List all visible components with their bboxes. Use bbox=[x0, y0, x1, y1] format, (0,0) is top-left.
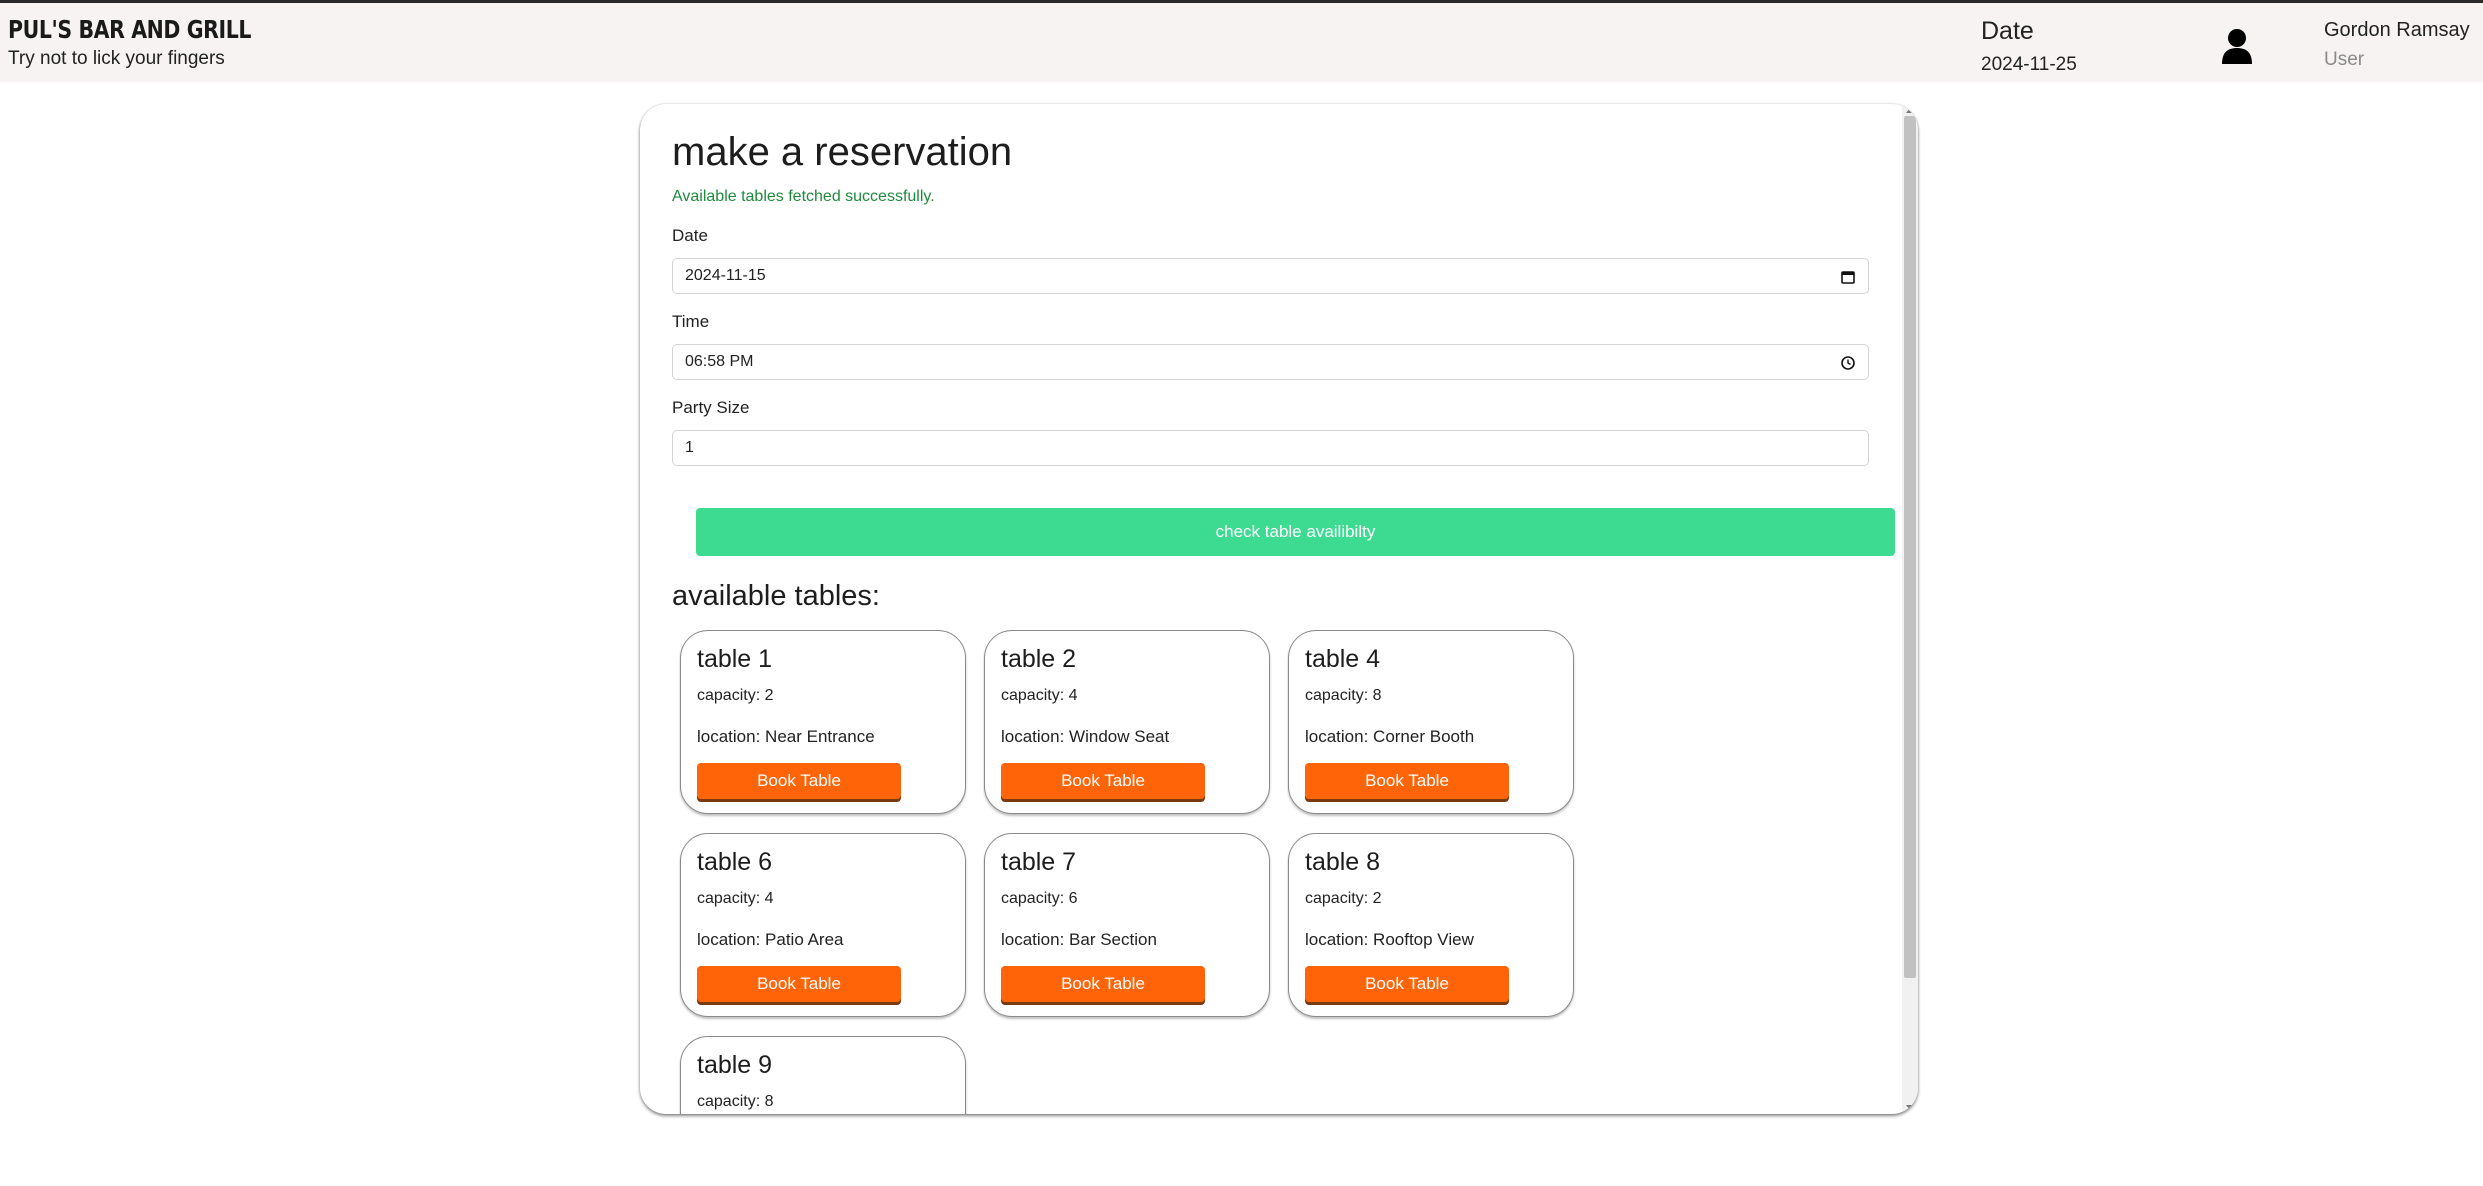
table-card: table 6 capacity: 4 location: Patio Area Bo… bbox=[680, 833, 966, 1017]
table-name: table 8 bbox=[1305, 848, 1381, 876]
table-name: table 9 bbox=[697, 1051, 773, 1079]
table-capacity: capacity: 4 bbox=[1001, 687, 1078, 704]
table-card: table 1 capacity: 2 location: Near Entranc… bbox=[680, 630, 966, 814]
status-message: Available tables fetched successfully. bbox=[672, 188, 935, 205]
reservation-form: make a reservation Available tables fetc… bbox=[672, 104, 1902, 1114]
table-name: table 6 bbox=[697, 848, 773, 876]
reservation-panel: make a reservation Available tables fetc… bbox=[640, 104, 1918, 1114]
user-info: Gordon Ramsay User bbox=[2324, 19, 2470, 71]
header-date: Date 2024-11-25 bbox=[1981, 17, 2077, 76]
user-icon[interactable] bbox=[2220, 28, 2254, 64]
table-location: location: Window Seat bbox=[1001, 727, 1170, 746]
date-input[interactable]: 2024-11-15 bbox=[672, 258, 1869, 294]
page-title: make a reservation bbox=[672, 130, 1013, 174]
table-capacity: capacity: 6 bbox=[1001, 890, 1078, 907]
table-card: table 4 capacity: 8 location: Corner Booth… bbox=[1288, 630, 1574, 814]
calendar-icon[interactable] bbox=[1840, 269, 1856, 285]
table-name: table 7 bbox=[1001, 848, 1077, 876]
brand-name: PUL'S BAR AND GRILL bbox=[8, 15, 252, 44]
top-bar: PUL'S BAR AND GRILL Try not to lick your… bbox=[0, 0, 2483, 82]
table-location: location: Rooftop View bbox=[1305, 930, 1474, 949]
table-card: table 8 capacity: 2 location: Rooftop View… bbox=[1288, 833, 1574, 1017]
brand-tagline: Try not to lick your fingers bbox=[8, 48, 225, 69]
book-table-button[interactable]: Book Table bbox=[697, 966, 901, 1002]
party-size-label: Party Size bbox=[672, 398, 750, 417]
header-date-label: Date bbox=[1981, 17, 2034, 45]
book-table-button[interactable]: Book Table bbox=[1305, 763, 1509, 799]
clock-icon[interactable] bbox=[1840, 355, 1856, 371]
table-name: table 4 bbox=[1305, 645, 1381, 673]
scroll-thumb[interactable] bbox=[1904, 116, 1916, 978]
header-date-value: 2024-11-25 bbox=[1981, 54, 2077, 75]
book-table-button[interactable]: Book Table bbox=[1305, 966, 1509, 1002]
table-card: table 2 capacity: 4 location: Window Seat B… bbox=[984, 630, 1270, 814]
table-capacity: capacity: 2 bbox=[1305, 890, 1382, 907]
book-table-button[interactable]: Book Table bbox=[697, 763, 901, 799]
table-capacity: capacity: 8 bbox=[697, 1093, 774, 1110]
table-location: location: Near Entrance bbox=[697, 727, 875, 746]
check-availability-button[interactable]: check table availibilty bbox=[696, 508, 1895, 556]
table-location: location: Patio Area bbox=[697, 930, 844, 949]
time-label: Time bbox=[672, 312, 710, 331]
party-size-value: 1 bbox=[685, 439, 694, 456]
table-name: table 1 bbox=[697, 645, 773, 673]
table-location: location: Bar Section bbox=[1001, 930, 1157, 949]
table-capacity: capacity: 8 bbox=[1305, 687, 1382, 704]
table-capacity: capacity: 2 bbox=[697, 687, 774, 704]
table-card: table 9 capacity: 8 bbox=[680, 1036, 966, 1114]
time-input[interactable]: 06:58 PM bbox=[672, 344, 1869, 380]
user-name: Gordon Ramsay bbox=[2324, 19, 2470, 41]
scrollbar[interactable] bbox=[1902, 104, 1918, 1114]
party-size-input[interactable]: 1 bbox=[672, 430, 1869, 466]
book-table-button[interactable]: Book Table bbox=[1001, 966, 1205, 1002]
time-input-value: 06:58 PM bbox=[685, 353, 754, 370]
user-role: User bbox=[2324, 49, 2365, 70]
table-location: location: Corner Booth bbox=[1305, 727, 1475, 746]
book-table-button[interactable]: Book Table bbox=[1001, 763, 1205, 799]
table-card: table 7 capacity: 6 location: Bar Section B… bbox=[984, 833, 1270, 1017]
table-name: table 2 bbox=[1001, 645, 1077, 673]
date-label: Date bbox=[672, 226, 708, 245]
scroll-up-arrow-icon[interactable] bbox=[1906, 108, 1914, 113]
scroll-down-arrow-icon[interactable] bbox=[1906, 1105, 1914, 1110]
table-capacity: capacity: 4 bbox=[697, 890, 774, 907]
date-input-value: 2024-11-15 bbox=[685, 267, 766, 284]
available-tables-title: available tables: bbox=[672, 580, 880, 612]
brand: PUL'S BAR AND GRILL Try not to lick your… bbox=[8, 15, 304, 70]
